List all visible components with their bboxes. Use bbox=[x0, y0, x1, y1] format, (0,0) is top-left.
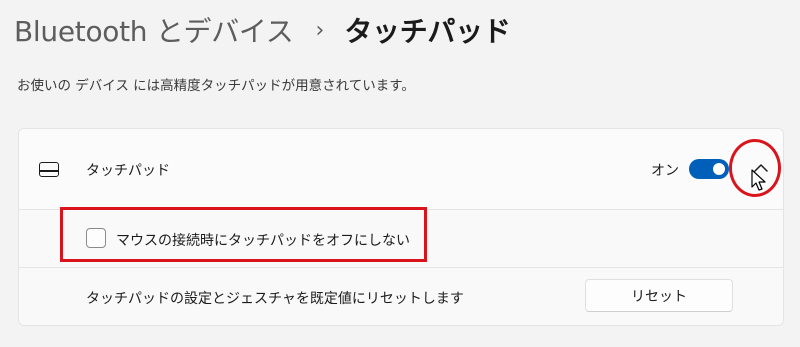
toggle-status-label: オン bbox=[651, 163, 679, 179]
option-row-keep-on-with-mouse: マウスの接続時にタッチパッドをオフにしない bbox=[19, 210, 783, 268]
breadcrumb-parent-link[interactable]: Bluetooth とデバイス bbox=[14, 10, 294, 50]
reset-row: タッチパッドの設定とジェスチャを既定値にリセットします リセット bbox=[19, 268, 783, 325]
touchpad-toggle[interactable] bbox=[689, 159, 729, 179]
touchpad-label: タッチパッド bbox=[86, 163, 170, 179]
keep-on-with-mouse-label[interactable]: マウスの接続時にタッチパッドをオフにしない bbox=[116, 230, 410, 250]
reset-description: タッチパッドの設定とジェスチャを既定値にリセットします bbox=[86, 291, 464, 307]
keep-on-with-mouse-checkbox[interactable] bbox=[86, 228, 106, 248]
touchpad-settings-card: タッチパッド オン マウスの接続時にタッチパッドをオフにしない タッチパッドの設… bbox=[18, 128, 784, 326]
touchpad-icon bbox=[39, 162, 59, 177]
reset-button[interactable]: リセット bbox=[585, 279, 733, 312]
toggle-knob bbox=[713, 163, 725, 175]
mouse-cursor-icon bbox=[751, 169, 766, 191]
page-description: お使いの デバイス には高精度タッチパッドが用意されています。 bbox=[17, 78, 415, 94]
breadcrumb: Bluetooth とデバイス › タッチパッド bbox=[14, 8, 511, 52]
breadcrumb-separator: › bbox=[315, 17, 325, 43]
page-title: タッチパッド bbox=[344, 15, 511, 48]
touchpad-row[interactable]: タッチパッド オン bbox=[19, 129, 783, 210]
